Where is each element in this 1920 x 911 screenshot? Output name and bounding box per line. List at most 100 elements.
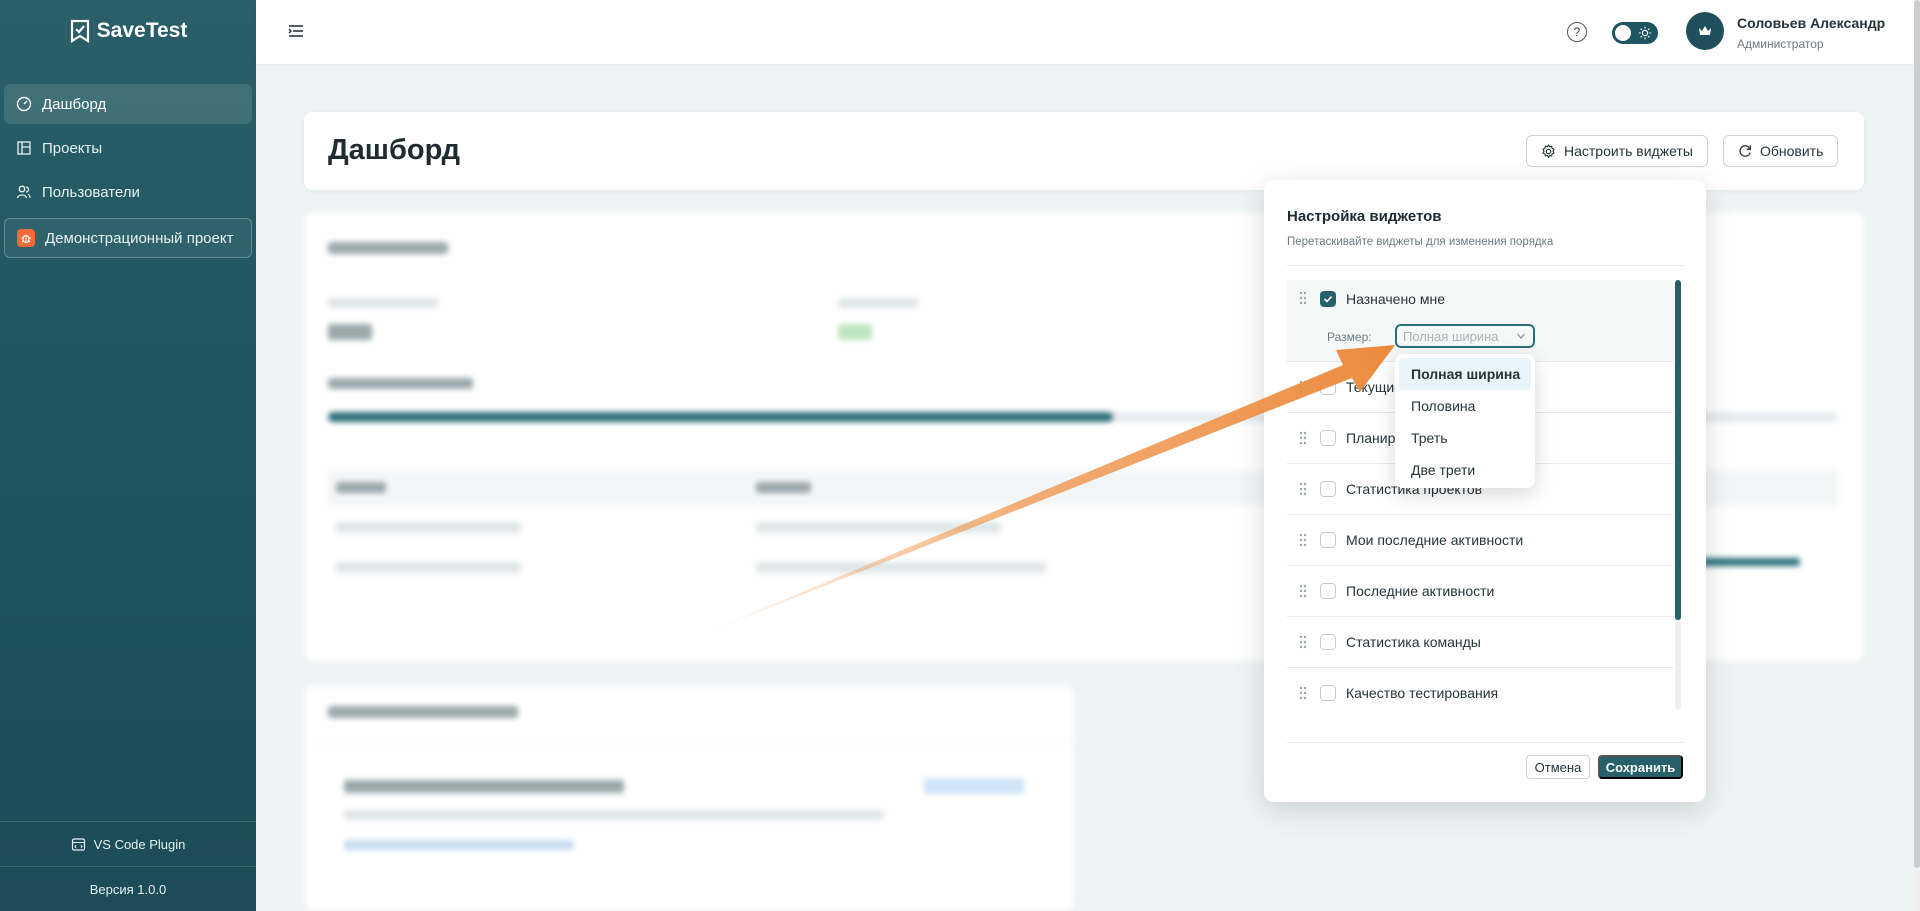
page-scrollbar[interactable] [1914, 0, 1920, 911]
placeholder-bar [328, 378, 473, 389]
drag-handle-icon[interactable] [1298, 380, 1308, 394]
crown-icon [1699, 26, 1711, 35]
widget-label: Текущие [1346, 379, 1402, 395]
placeholder-bar [344, 840, 574, 850]
page-scrollbar-thumb[interactable] [1914, 0, 1920, 868]
refresh-icon [1739, 145, 1751, 157]
configure-widgets-label: Настроить виджеты [1564, 143, 1693, 159]
drag-handle-icon[interactable] [1298, 686, 1308, 700]
popover-subtitle: Перетаскивайте виджеты для изменения пор… [1287, 236, 1554, 248]
widget-checkbox[interactable] [1320, 583, 1336, 599]
widget-label: Качество тестирования [1346, 685, 1499, 701]
refresh-button[interactable]: Обновить [1723, 135, 1839, 167]
widget-row-assigned[interactable]: Назначено мне Размер: Полная ширина [1287, 280, 1673, 362]
widget-checkbox[interactable] [1320, 430, 1336, 446]
sidebar-item-users[interactable]: Пользователи [4, 172, 252, 212]
chevron-down-icon [1517, 333, 1525, 339]
widget-checkbox[interactable] [1320, 481, 1336, 497]
widget-checkbox[interactable] [1320, 291, 1336, 307]
size-option-full[interactable]: Полная ширина [1399, 358, 1531, 390]
size-select-value: Полная ширина [1403, 328, 1499, 344]
widget-row-my-activity[interactable]: Мои последние активности [1287, 515, 1673, 566]
sidebar-item-demo-project[interactable]: Демонстрационный проект [4, 218, 252, 258]
sidebar-item-dashboard[interactable]: Дашборд [4, 84, 252, 124]
drag-handle-icon[interactable] [1298, 482, 1308, 496]
popover-scrollbar-thumb[interactable] [1675, 280, 1681, 620]
popover-title: Настройка виджетов [1287, 208, 1442, 225]
sidebar-item-projects[interactable]: Проекты [4, 128, 252, 168]
save-button[interactable]: Сохранить [1598, 755, 1683, 779]
size-option-third[interactable]: Треть [1399, 422, 1531, 454]
placeholder-bar [838, 324, 872, 340]
user-role: Администратор [1737, 37, 1824, 51]
size-option-two-thirds[interactable]: Две трети [1399, 454, 1531, 486]
app-logo[interactable]: SaveTest [0, 0, 256, 62]
theme-toggle[interactable] [1612, 22, 1658, 44]
planned-widget-background [304, 686, 1074, 911]
sidebar-item-label: Пользователи [42, 183, 140, 201]
sidebar-item-label: Демонстрационный проект [45, 229, 234, 247]
placeholder-bar [924, 778, 1024, 794]
widget-row-recent-activity[interactable]: Последние активности [1287, 566, 1673, 617]
sidebar-footer: VS Code Plugin Версия 1.0.0 [0, 821, 256, 911]
check-icon [1323, 295, 1333, 303]
widget-list: Назначено мне Размер: Полная ширина Теку… [1287, 280, 1673, 710]
top-header: ? Соловьев Александр Администратор [256, 0, 1914, 64]
widget-row-test-quality[interactable]: Качество тестирования [1287, 668, 1673, 710]
size-select[interactable]: Полная ширина [1395, 324, 1535, 348]
widget-label: Статистика команды [1346, 634, 1481, 650]
divider [1287, 265, 1683, 266]
placeholder-bar [838, 298, 918, 308]
theme-toggle-knob [1615, 25, 1631, 41]
app-name: SaveTest [96, 19, 188, 42]
refresh-label: Обновить [1760, 143, 1824, 159]
bug-icon [17, 229, 35, 247]
placeholder-bar [328, 706, 518, 718]
widget-checkbox[interactable] [1320, 685, 1336, 701]
size-dropdown-menu: Полная ширина Половина Треть Две трети [1395, 354, 1535, 488]
configure-widgets-button[interactable]: Настроить виджеты [1526, 135, 1708, 167]
widget-checkbox[interactable] [1320, 634, 1336, 650]
placeholder-bar [756, 522, 1001, 533]
placeholder-bar [756, 562, 1046, 573]
sidebar-nav: Дашборд Проекты Пользователи Демонстраци… [0, 62, 256, 258]
widget-settings-popover: Настройка виджетов Перетаскивайте виджет… [1264, 180, 1706, 802]
sidebar: SaveTest Дашборд Проекты Пользователи Де… [0, 0, 256, 911]
placeholder-bar [336, 522, 521, 533]
cancel-button[interactable]: Отмена [1526, 755, 1590, 779]
drag-handle-icon[interactable] [1298, 291, 1308, 305]
help-symbol: ? [1573, 25, 1581, 39]
placeholder-bar [328, 242, 448, 254]
drag-handle-icon[interactable] [1298, 533, 1308, 547]
sidebar-item-label: Проекты [42, 139, 103, 157]
placeholder-bar [344, 780, 624, 793]
widget-checkbox[interactable] [1320, 379, 1336, 395]
placeholder-bar [756, 482, 811, 493]
vscode-plugin-link[interactable]: VS Code Plugin [0, 821, 256, 866]
users-icon [16, 184, 32, 200]
plugin-label: VS Code Plugin [93, 836, 186, 852]
drag-handle-icon[interactable] [1298, 584, 1308, 598]
placeholder-bar [328, 298, 438, 308]
menu-toggle-icon[interactable] [288, 24, 304, 38]
popover-scrollbar[interactable] [1675, 280, 1681, 710]
widget-row-team-stats[interactable]: Статистика команды [1287, 617, 1673, 668]
user-name[interactable]: Соловьев Александр [1737, 15, 1885, 31]
placeholder-bar [336, 482, 386, 493]
version-label: Версия 1.0.0 [0, 866, 256, 911]
placeholder-bar [1700, 558, 1800, 566]
placeholder-bar [336, 562, 521, 573]
gear-icon [1542, 143, 1555, 158]
avatar[interactable] [1686, 12, 1724, 50]
logo-icon [70, 19, 89, 43]
sidebar-item-label: Дашборд [42, 95, 107, 113]
drag-handle-icon[interactable] [1298, 635, 1308, 649]
widget-checkbox[interactable] [1320, 532, 1336, 548]
widget-label: Мои последние активности [1346, 532, 1524, 548]
widget-label: Планиру [1346, 430, 1403, 446]
dashboard-icon [16, 96, 32, 112]
drag-handle-icon[interactable] [1298, 431, 1308, 445]
size-option-half[interactable]: Половина [1399, 390, 1531, 422]
help-icon[interactable]: ? [1567, 22, 1587, 42]
size-label: Размер: [1327, 330, 1372, 344]
